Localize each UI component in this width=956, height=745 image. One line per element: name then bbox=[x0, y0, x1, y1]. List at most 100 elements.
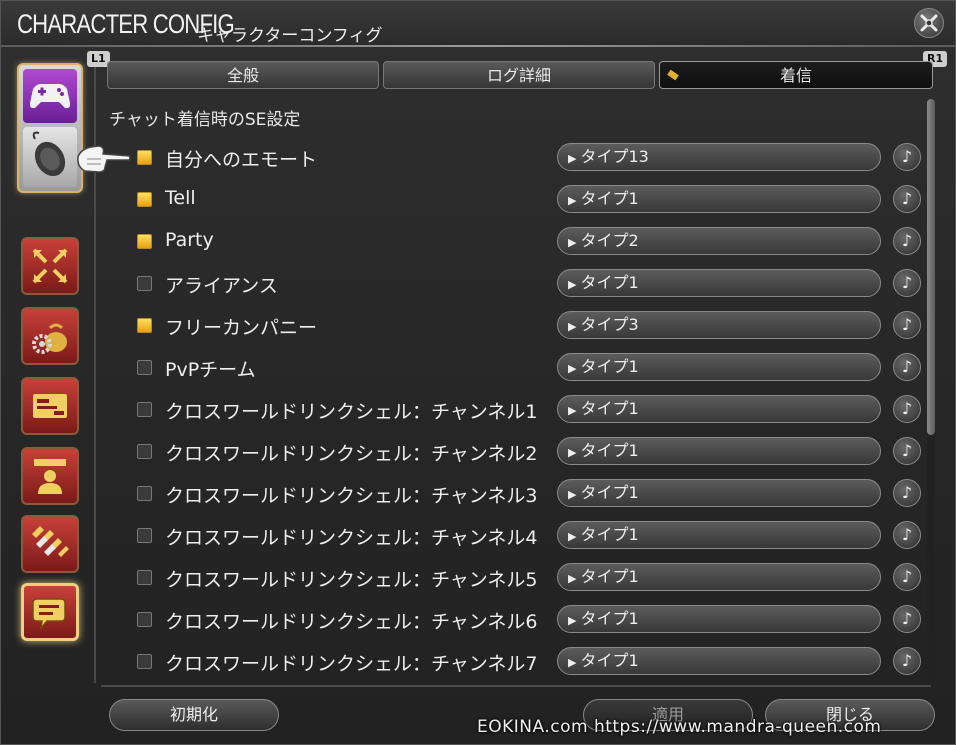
play-arrow-icon: ▶ bbox=[568, 236, 577, 249]
enable-checkbox[interactable] bbox=[137, 444, 152, 459]
se-setting-row: クロスワールドリンクシェル：チャンネル5 ▶ タイプ1 ♪ bbox=[101, 555, 931, 597]
title-divider bbox=[1, 45, 955, 47]
channel-label: クロスワールドリンクシェル：チャンネル4 bbox=[165, 527, 538, 549]
channel-label: 自分へのエモート bbox=[165, 149, 318, 171]
sound-type-select[interactable]: ▶ タイプ1 bbox=[557, 521, 881, 549]
se-setting-row: 自分へのエモート ▶ タイプ13 ♪ bbox=[101, 135, 931, 177]
sound-type-select[interactable]: ▶ タイプ13 bbox=[557, 143, 881, 171]
enable-checkbox[interactable] bbox=[137, 276, 152, 291]
sound-type-value: タイプ1 bbox=[580, 567, 639, 586]
sound-type-value: タイプ1 bbox=[580, 189, 639, 208]
sound-type-select[interactable]: ▶ タイプ1 bbox=[557, 647, 881, 675]
play-arrow-icon: ▶ bbox=[568, 614, 577, 627]
sidebar-item-items[interactable] bbox=[21, 307, 79, 365]
enable-checkbox[interactable] bbox=[137, 318, 152, 333]
enable-checkbox[interactable] bbox=[137, 150, 152, 165]
enable-checkbox[interactable] bbox=[137, 654, 152, 669]
enable-checkbox[interactable] bbox=[137, 570, 152, 585]
tab-general[interactable]: 全般 bbox=[107, 61, 379, 89]
sidebar-item-hud[interactable] bbox=[21, 377, 79, 435]
enable-checkbox[interactable] bbox=[137, 360, 152, 375]
sound-type-select[interactable]: ▶ タイプ2 bbox=[557, 227, 881, 255]
music-note-icon: ♪ bbox=[901, 441, 913, 460]
reset-button[interactable]: 初期化 bbox=[109, 699, 279, 731]
title-bar: CHARACTER CONFIG キャラクターコンフィグ bbox=[1, 1, 955, 47]
tab-bar: 全般 ログ詳細 着信 bbox=[101, 61, 935, 91]
sound-type-value: タイプ1 bbox=[580, 483, 639, 502]
sound-type-select[interactable]: ▶ タイプ1 bbox=[557, 479, 881, 507]
enable-checkbox[interactable] bbox=[137, 528, 152, 543]
sound-type-select[interactable]: ▶ タイプ1 bbox=[557, 395, 881, 423]
play-sound-button[interactable]: ♪ bbox=[893, 479, 921, 507]
se-setting-row: クロスワールドリンクシェル：チャンネル3 ▶ タイプ1 ♪ bbox=[101, 471, 931, 513]
tab-notifications[interactable]: 着信 bbox=[659, 61, 933, 89]
sound-type-select[interactable]: ▶ タイプ1 bbox=[557, 605, 881, 633]
play-sound-button[interactable]: ♪ bbox=[893, 605, 921, 633]
channel-label: クロスワールドリンクシェル：チャンネル5 bbox=[165, 569, 538, 591]
music-note-icon: ♪ bbox=[901, 147, 913, 166]
enable-checkbox[interactable] bbox=[137, 402, 152, 417]
music-note-icon: ♪ bbox=[901, 357, 913, 376]
sound-type-select[interactable]: ▶ タイプ1 bbox=[557, 563, 881, 591]
play-sound-button[interactable]: ♪ bbox=[893, 647, 921, 675]
play-sound-button[interactable]: ♪ bbox=[893, 395, 921, 423]
play-sound-button[interactable]: ♪ bbox=[893, 143, 921, 171]
music-note-icon: ♪ bbox=[901, 189, 913, 208]
se-setting-row: クロスワールドリンクシェル：チャンネル2 ▶ タイプ1 ♪ bbox=[101, 429, 931, 471]
sound-type-value: タイプ3 bbox=[580, 315, 639, 334]
tab-log-details[interactable]: ログ詳細 bbox=[383, 61, 655, 89]
music-note-icon: ♪ bbox=[901, 567, 913, 586]
sound-type-select[interactable]: ▶ タイプ1 bbox=[557, 269, 881, 297]
sound-type-select[interactable]: ▶ タイプ1 bbox=[557, 185, 881, 213]
play-sound-button[interactable]: ♪ bbox=[893, 353, 921, 381]
sidebar-item-log[interactable] bbox=[21, 583, 79, 641]
music-note-icon: ♪ bbox=[901, 399, 913, 418]
sound-type-value: タイプ1 bbox=[580, 609, 639, 628]
enable-checkbox[interactable] bbox=[137, 192, 152, 207]
sound-type-value: タイプ1 bbox=[580, 399, 639, 418]
play-sound-button[interactable]: ♪ bbox=[893, 227, 921, 255]
play-sound-button[interactable]: ♪ bbox=[893, 521, 921, 549]
pointing-hand-icon bbox=[77, 145, 131, 173]
se-setting-row: クロスワールドリンクシェル：チャンネル7 ▶ タイプ1 ♪ bbox=[101, 639, 931, 681]
enable-checkbox[interactable] bbox=[137, 486, 152, 501]
sound-type-value: タイプ2 bbox=[580, 231, 639, 250]
scrollbar-thumb[interactable] bbox=[927, 99, 935, 435]
close-window-button[interactable] bbox=[914, 8, 944, 38]
sound-type-select[interactable]: ▶ タイプ1 bbox=[557, 437, 881, 465]
se-setting-row: Party ▶ タイプ2 ♪ bbox=[101, 219, 931, 261]
music-note-icon: ♪ bbox=[901, 525, 913, 544]
channel-label: クロスワールドリンクシェル：チャンネル3 bbox=[165, 485, 538, 507]
channel-label: クロスワールドリンクシェル：チャンネル7 bbox=[165, 653, 538, 675]
sidebar-item-party[interactable] bbox=[21, 515, 79, 573]
play-sound-button[interactable]: ♪ bbox=[893, 185, 921, 213]
sound-type-select[interactable]: ▶ タイプ3 bbox=[557, 311, 881, 339]
play-sound-button[interactable]: ♪ bbox=[893, 311, 921, 339]
play-sound-button[interactable]: ♪ bbox=[893, 269, 921, 297]
channel-label: クロスワールドリンクシェル：チャンネル1 bbox=[165, 401, 538, 423]
list-scrollbar[interactable] bbox=[927, 99, 935, 683]
play-arrow-icon: ▶ bbox=[568, 320, 577, 333]
expand-arrows-icon bbox=[32, 248, 68, 284]
sound-type-value: タイプ1 bbox=[580, 525, 639, 544]
channel-label: クロスワールドリンクシェル：チャンネル2 bbox=[165, 443, 538, 465]
se-setting-row: クロスワールドリンクシェル：チャンネル4 ▶ タイプ1 ♪ bbox=[101, 513, 931, 555]
se-setting-row: アライアンス ▶ タイプ1 ♪ bbox=[101, 261, 931, 303]
sound-type-select[interactable]: ▶ タイプ1 bbox=[557, 353, 881, 381]
enable-checkbox[interactable] bbox=[137, 234, 152, 249]
play-sound-button[interactable]: ♪ bbox=[893, 437, 921, 465]
sound-type-value: タイプ1 bbox=[580, 273, 639, 292]
sidebar-item-display[interactable] bbox=[21, 237, 79, 295]
chat-bubble-icon bbox=[32, 598, 66, 631]
gamepad-icon bbox=[23, 69, 77, 123]
sidebar-item-nameplate[interactable] bbox=[21, 447, 79, 505]
enable-checkbox[interactable] bbox=[137, 612, 152, 627]
channel-label: Party bbox=[165, 229, 214, 251]
character-config-window: CHARACTER CONFIG キャラクターコンフィグ L1 R1 全般 ログ… bbox=[0, 0, 956, 745]
channel-label: アライアンス bbox=[165, 275, 278, 297]
music-note-icon: ♪ bbox=[901, 315, 913, 334]
gear-bag-icon bbox=[32, 323, 67, 354]
play-arrow-icon: ▶ bbox=[568, 152, 577, 165]
play-sound-button[interactable]: ♪ bbox=[893, 563, 921, 591]
play-arrow-icon: ▶ bbox=[568, 446, 577, 459]
